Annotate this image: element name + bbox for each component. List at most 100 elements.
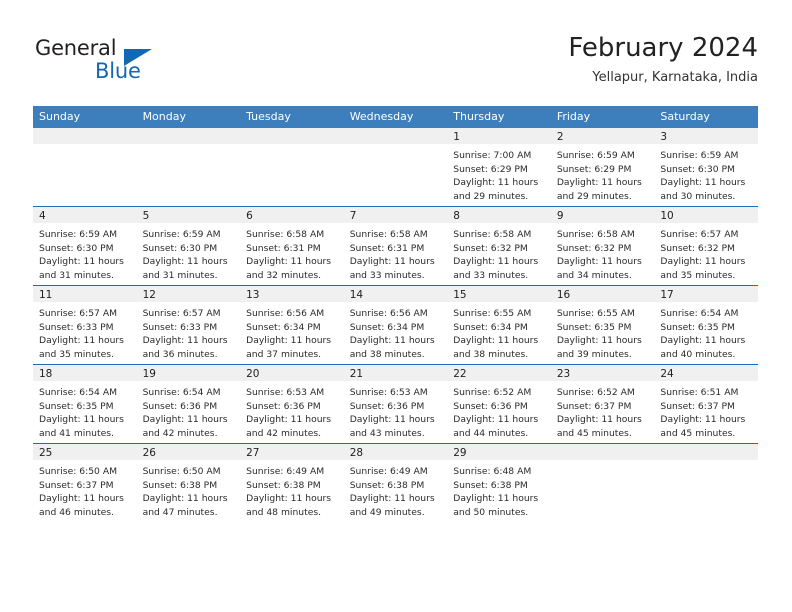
calendar-day-cell[interactable]: 21 Sunrise: 6:53 AM Sunset: 6:36 PM Dayligh… — [343, 364, 448, 444]
calendar-day-cell[interactable]: 29 Sunrise: 6:48 AM Sunset: 6:38 PM Dayligh… — [447, 443, 551, 522]
day-detail-daylight1: Daylight: 11 hours — [246, 493, 332, 505]
day-detail-sunrise: Sunrise: 6:58 AM — [556, 229, 635, 240]
calendar-day-cell[interactable]: 25 Sunrise: 6:50 AM Sunset: 6:37 PM Dayligh… — [33, 443, 137, 522]
calendar-day-cell[interactable]: 15 Sunrise: 6:55 AM Sunset: 6:34 PM Dayligh… — [447, 285, 551, 365]
day-detail-daylight2: and 42 minutes. — [246, 427, 322, 439]
calendar-day-cell[interactable]: 16 Sunrise: 6:55 AM Sunset: 6:35 PM Dayligh… — [550, 285, 655, 365]
day-detail-sunrise: Sunrise: 6:49 AM — [349, 466, 428, 477]
day-number: 14 — [343, 286, 448, 302]
calendar-day-cell[interactable]: 19 Sunrise: 6:54 AM Sunset: 6:36 PM Dayligh… — [136, 364, 241, 444]
calendar-day-cell[interactable]: 10 Sunrise: 6:57 AM Sunset: 6:32 PM Dayligh… — [654, 206, 758, 286]
day-details: Sunrise: 6:50 AM Sunset: 6:37 PM Daylight:… — [33, 460, 137, 519]
day-detail-daylight1: Daylight: 11 hours — [349, 335, 435, 347]
day-detail-daylight2: and 36 minutes. — [142, 348, 218, 360]
calendar-day-cell[interactable]: 9 Sunrise: 6:58 AM Sunset: 6:32 PM Daylight… — [550, 206, 655, 286]
weekday-header-thursday: Thursday — [447, 106, 551, 128]
day-detail-sunset: Sunset: 6:35 PM — [660, 321, 735, 333]
day-detail-daylight2: and 35 minutes. — [39, 348, 114, 360]
calendar-day-cell[interactable]: 20 Sunrise: 6:53 AM Sunset: 6:36 PM Dayligh… — [240, 364, 344, 444]
calendar-day-cell[interactable]: 5 Sunrise: 6:59 AM Sunset: 6:30 PM Daylight… — [136, 206, 241, 286]
calendar-day-cell[interactable]: 27 Sunrise: 6:49 AM Sunset: 6:38 PM Dayligh… — [240, 443, 344, 522]
day-details: Sunrise: 6:53 AM Sunset: 6:36 PM Daylight:… — [344, 381, 448, 440]
day-number — [654, 444, 758, 460]
day-detail-daylight1: Daylight: 11 hours — [556, 335, 642, 347]
day-detail-daylight1: Daylight: 11 hours — [453, 414, 539, 426]
day-details: Sunrise: 6:55 AM Sunset: 6:35 PM Daylight:… — [551, 302, 655, 361]
day-detail-daylight1: Daylight: 11 hours — [246, 414, 332, 426]
day-detail-sunset: Sunset: 6:38 PM — [453, 479, 528, 491]
day-details: Sunrise: 6:58 AM Sunset: 6:32 PM Daylight:… — [447, 223, 551, 282]
day-detail-sunrise: Sunrise: 6:58 AM — [246, 229, 325, 240]
day-detail-daylight1: Daylight: 11 hours — [39, 493, 124, 505]
day-detail-daylight1: Daylight: 11 hours — [453, 335, 539, 347]
day-number: 9 — [550, 207, 655, 223]
calendar-week-row: 11 Sunrise: 6:57 AM Sunset: 6:33 PM Dayligh… — [33, 285, 758, 365]
page-header: General Blue February 2024 Yellapur, Kar… — [33, 32, 758, 94]
day-details: Sunrise: 6:56 AM Sunset: 6:34 PM Daylight:… — [240, 302, 344, 361]
day-detail-daylight1: Daylight: 11 hours — [660, 335, 746, 347]
day-number: 26 — [136, 444, 241, 460]
day-detail-daylight2: and 32 minutes. — [246, 269, 322, 281]
calendar-day-cell[interactable]: 17 Sunrise: 6:54 AM Sunset: 6:35 PM Dayligh… — [654, 285, 758, 365]
calendar-day-cell[interactable]: 4 Sunrise: 6:59 AM Sunset: 6:30 PM Daylight… — [33, 206, 137, 286]
calendar-day-cell-empty — [343, 128, 448, 207]
day-detail-sunrise: Sunrise: 6:59 AM — [39, 229, 118, 240]
day-detail-sunrise: Sunrise: 6:50 AM — [142, 466, 221, 477]
day-detail-daylight2: and 33 minutes. — [349, 269, 425, 281]
calendar-day-cell[interactable]: 12 Sunrise: 6:57 AM Sunset: 6:33 PM Dayligh… — [136, 285, 241, 365]
day-detail-sunset: Sunset: 6:32 PM — [556, 242, 632, 254]
day-details: Sunrise: 6:57 AM Sunset: 6:32 PM Daylight:… — [654, 223, 758, 282]
day-detail-sunrise: Sunrise: 6:57 AM — [142, 308, 221, 319]
day-detail-daylight1: Daylight: 11 hours — [142, 414, 228, 426]
day-number: 4 — [33, 207, 137, 223]
day-number: 12 — [136, 286, 241, 302]
day-detail-sunset: Sunset: 6:32 PM — [453, 242, 528, 254]
day-detail-daylight2: and 35 minutes. — [660, 269, 736, 281]
day-detail-sunset: Sunset: 6:38 PM — [246, 479, 321, 491]
calendar-day-cell[interactable]: 26 Sunrise: 6:50 AM Sunset: 6:38 PM Dayligh… — [136, 443, 241, 522]
calendar-day-cell[interactable]: 6 Sunrise: 6:58 AM Sunset: 6:31 PM Daylight… — [240, 206, 344, 286]
day-details: Sunrise: 6:59 AM Sunset: 6:29 PM Daylight:… — [551, 144, 655, 203]
calendar-day-cell[interactable]: 23 Sunrise: 6:52 AM Sunset: 6:37 PM Dayligh… — [550, 364, 655, 444]
weekday-header-wednesday: Wednesday — [343, 106, 448, 128]
day-detail-daylight1: Daylight: 11 hours — [660, 414, 746, 426]
calendar-day-cell[interactable]: 3 Sunrise: 6:59 AM Sunset: 6:30 PM Daylight… — [654, 128, 758, 207]
calendar-day-cell[interactable]: 13 Sunrise: 6:56 AM Sunset: 6:34 PM Dayligh… — [240, 285, 344, 365]
calendar-day-cell-empty — [240, 128, 344, 207]
title-block: February 2024 Yellapur, Karnataka, India — [568, 32, 758, 87]
calendar-header-row: Sunday Monday Tuesday Wednesday Thursday Frid… — [33, 106, 758, 128]
day-detail-daylight2: and 45 minutes. — [556, 427, 632, 439]
day-detail-daylight1: Daylight: 11 hours — [660, 256, 746, 268]
day-number: 2 — [550, 128, 655, 144]
day-detail-sunset: Sunset: 6:36 PM — [246, 400, 321, 412]
day-detail-daylight1: Daylight: 11 hours — [142, 256, 228, 268]
weekday-header-saturday: Saturday — [654, 106, 758, 128]
day-number: 3 — [654, 128, 758, 144]
day-detail-daylight1: Daylight: 11 hours — [142, 335, 228, 347]
day-details: Sunrise: 7:00 AM Sunset: 6:29 PM Daylight:… — [447, 144, 551, 203]
day-detail-daylight2: and 47 minutes. — [142, 506, 218, 518]
day-detail-sunset: Sunset: 6:30 PM — [39, 242, 114, 254]
day-number: 8 — [447, 207, 551, 223]
calendar-day-cell[interactable]: 7 Sunrise: 6:58 AM Sunset: 6:31 PM Daylight… — [343, 206, 448, 286]
day-detail-sunset: Sunset: 6:36 PM — [453, 400, 528, 412]
day-detail-daylight2: and 43 minutes. — [349, 427, 425, 439]
calendar-day-cell[interactable]: 1 Sunrise: 7:00 AM Sunset: 6:29 PM Daylight… — [447, 128, 551, 207]
calendar-day-cell-empty — [33, 128, 137, 207]
calendar-day-cell[interactable]: 2 Sunrise: 6:59 AM Sunset: 6:29 PM Daylight… — [550, 128, 655, 207]
day-details: Sunrise: 6:48 AM Sunset: 6:38 PM Daylight:… — [447, 460, 551, 519]
calendar-day-cell[interactable]: 28 Sunrise: 6:49 AM Sunset: 6:38 PM Dayligh… — [343, 443, 448, 522]
general-blue-logo[interactable]: General Blue — [33, 37, 213, 89]
day-detail-daylight1: Daylight: 11 hours — [453, 493, 539, 505]
day-detail-sunrise: Sunrise: 7:00 AM — [453, 150, 532, 161]
calendar-day-cell[interactable]: 14 Sunrise: 6:56 AM Sunset: 6:34 PM Dayligh… — [343, 285, 448, 365]
calendar-day-cell[interactable]: 11 Sunrise: 6:57 AM Sunset: 6:33 PM Dayligh… — [33, 285, 137, 365]
weekday-header-row: Sunday Monday Tuesday Wednesday Thursday Frid… — [33, 106, 758, 128]
calendar-day-cell[interactable]: 18 Sunrise: 6:54 AM Sunset: 6:35 PM Dayligh… — [33, 364, 137, 444]
calendar-day-cell[interactable]: 24 Sunrise: 6:51 AM Sunset: 6:37 PM Dayligh… — [654, 364, 758, 444]
day-detail-sunset: Sunset: 6:35 PM — [556, 321, 632, 333]
day-detail-daylight2: and 30 minutes. — [660, 190, 736, 202]
calendar-day-cell[interactable]: 8 Sunrise: 6:58 AM Sunset: 6:32 PM Daylight… — [447, 206, 551, 286]
calendar-day-cell[interactable]: 22 Sunrise: 6:52 AM Sunset: 6:36 PM Dayligh… — [447, 364, 551, 444]
day-detail-daylight2: and 49 minutes. — [349, 506, 425, 518]
